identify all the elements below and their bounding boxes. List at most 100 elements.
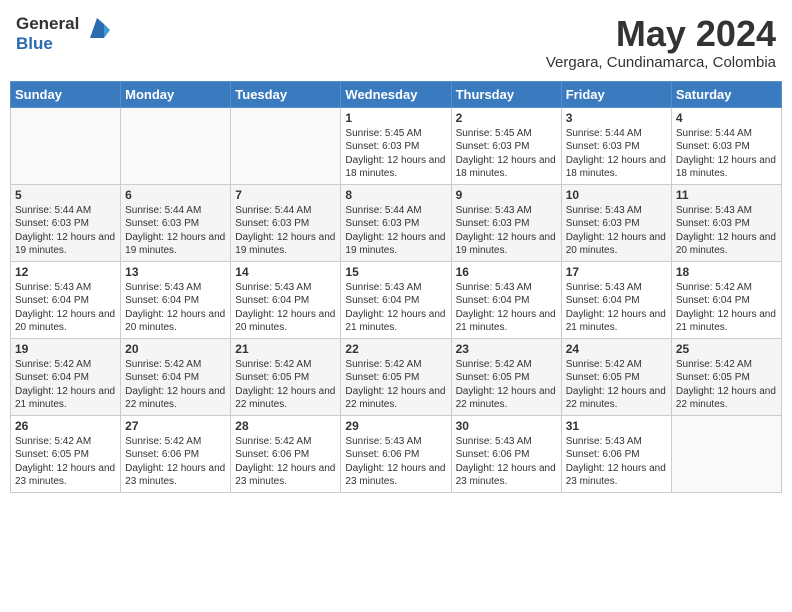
calendar-cell: 2Sunrise: 5:45 AM Sunset: 6:03 PM Daylig… xyxy=(451,107,561,184)
calendar-cell: 29 Sunrise: 5:43 AM Sunset: 6:06 PM Dayli… xyxy=(341,415,451,492)
calendar-cell: 13 Sunrise: 5:43 AM Sunset: 6:04 PM Dayli… xyxy=(121,261,231,338)
day-info: Sunrise: 5:42 AM Sunset: 6:04 PM Dayligh… xyxy=(676,281,777,335)
day-info: Sunrise: 5:42 AM Sunset: 6:04 PM Dayligh… xyxy=(15,358,116,412)
day-number: 22 xyxy=(345,342,446,356)
calendar-cell: 30Sunrise: 5:43 AM Sunset: 6:06 PM Dayli… xyxy=(451,415,561,492)
day-info: Sunrise: 5:44 AM Sunset: 6:03 PM Dayligh… xyxy=(15,204,116,258)
day-number: 5 xyxy=(15,188,116,202)
calendar-cell xyxy=(11,107,121,184)
day-number: 21 xyxy=(235,342,336,356)
day-info: Sunrise: 5:43 AM Sunset: 6:03 PM Dayligh… xyxy=(566,204,667,258)
weekday-header-row: SundayMondayTuesdayWednesdayThursdayFrid… xyxy=(11,81,782,107)
day-info: Sunrise: 5:42 AM Sunset: 6:05 PM Dayligh… xyxy=(15,435,116,489)
weekday-header-friday: Friday xyxy=(561,81,671,107)
weekday-header-wednesday: Wednesday xyxy=(341,81,451,107)
day-number: 30 xyxy=(456,419,557,433)
day-number: 27 xyxy=(125,419,226,433)
day-info: Sunrise: 5:43 AM Sunset: 6:03 PM Dayligh… xyxy=(456,204,557,258)
day-number: 1 xyxy=(345,111,446,125)
calendar-cell: 11 Sunrise: 5:43 AM Sunset: 6:03 PM Dayli… xyxy=(671,184,781,261)
calendar-cell: 1 Sunrise: 5:45 AM Sunset: 6:03 PM Daylig… xyxy=(341,107,451,184)
day-info: Sunrise: 5:43 AM Sunset: 6:04 PM Dayligh… xyxy=(456,281,557,335)
day-number: 13 xyxy=(125,265,226,279)
calendar-cell: 7 Sunrise: 5:44 AM Sunset: 6:03 PM Daylig… xyxy=(231,184,341,261)
calendar-cell: 15 Sunrise: 5:43 AM Sunset: 6:04 PM Dayli… xyxy=(341,261,451,338)
month-title: May 2024 xyxy=(546,14,776,54)
logo-text-general: General xyxy=(16,14,79,34)
calendar-cell: 14 Sunrise: 5:43 AM Sunset: 6:04 PM Dayli… xyxy=(231,261,341,338)
day-number: 17 xyxy=(566,265,667,279)
day-info: Sunrise: 5:42 AM Sunset: 6:05 PM Dayligh… xyxy=(676,358,777,412)
weekday-header-sunday: Sunday xyxy=(11,81,121,107)
calendar-cell xyxy=(121,107,231,184)
day-number: 11 xyxy=(676,188,777,202)
calendar-week-row: 19 Sunrise: 5:42 AM Sunset: 6:04 PM Dayli… xyxy=(11,338,782,415)
day-number: 29 xyxy=(345,419,446,433)
day-number: 23 xyxy=(456,342,557,356)
day-info: Sunrise: 5:44 AM Sunset: 6:03 PM Dayligh… xyxy=(235,204,336,258)
day-number: 25 xyxy=(676,342,777,356)
calendar-cell: 26 Sunrise: 5:42 AM Sunset: 6:05 PM Dayli… xyxy=(11,415,121,492)
day-info: Sunrise: 5:42 AM Sunset: 6:04 PM Dayligh… xyxy=(125,358,226,412)
calendar-table: SundayMondayTuesdayWednesdayThursdayFrid… xyxy=(10,81,782,493)
calendar-cell: 27Sunrise: 5:42 AM Sunset: 6:06 PM Dayli… xyxy=(121,415,231,492)
calendar-cell: 17 Sunrise: 5:43 AM Sunset: 6:04 PM Dayli… xyxy=(561,261,671,338)
day-info: Sunrise: 5:43 AM Sunset: 6:04 PM Dayligh… xyxy=(15,281,116,335)
calendar-cell xyxy=(231,107,341,184)
day-info: Sunrise: 5:43 AM Sunset: 6:04 PM Dayligh… xyxy=(345,281,446,335)
day-number: 8 xyxy=(345,188,446,202)
day-number: 7 xyxy=(235,188,336,202)
day-number: 28 xyxy=(235,419,336,433)
calendar-cell: 6 Sunrise: 5:44 AM Sunset: 6:03 PM Daylig… xyxy=(121,184,231,261)
day-info: Sunrise: 5:42 AM Sunset: 6:05 PM Dayligh… xyxy=(566,358,667,412)
day-number: 31 xyxy=(566,419,667,433)
calendar-cell: 28Sunrise: 5:42 AM Sunset: 6:06 PM Dayli… xyxy=(231,415,341,492)
day-info: Sunrise: 5:43 AM Sunset: 6:03 PM Dayligh… xyxy=(676,204,777,258)
day-number: 10 xyxy=(566,188,667,202)
day-number: 9 xyxy=(456,188,557,202)
calendar-cell: 20 Sunrise: 5:42 AM Sunset: 6:04 PM Dayli… xyxy=(121,338,231,415)
calendar-cell: 3Sunrise: 5:44 AM Sunset: 6:03 PM Daylig… xyxy=(561,107,671,184)
calendar-cell: 23Sunrise: 5:42 AM Sunset: 6:05 PM Dayli… xyxy=(451,338,561,415)
day-info: Sunrise: 5:44 AM Sunset: 6:03 PM Dayligh… xyxy=(125,204,226,258)
calendar-cell: 22 Sunrise: 5:42 AM Sunset: 6:05 PM Dayli… xyxy=(341,338,451,415)
logo: General Blue xyxy=(16,14,112,54)
day-info: Sunrise: 5:44 AM Sunset: 6:03 PM Dayligh… xyxy=(345,204,446,258)
day-info: Sunrise: 5:43 AM Sunset: 6:04 PM Dayligh… xyxy=(566,281,667,335)
page-header: General Blue May 2024 Vergara, Cundinama… xyxy=(10,10,782,75)
day-info: Sunrise: 5:42 AM Sunset: 6:05 PM Dayligh… xyxy=(235,358,336,412)
calendar-cell: 4 Sunrise: 5:44 AM Sunset: 6:03 PM Daylig… xyxy=(671,107,781,184)
day-number: 6 xyxy=(125,188,226,202)
calendar-cell: 12 Sunrise: 5:43 AM Sunset: 6:04 PM Dayli… xyxy=(11,261,121,338)
day-info: Sunrise: 5:45 AM Sunset: 6:03 PM Dayligh… xyxy=(456,127,557,181)
logo-text-blue: Blue xyxy=(16,34,79,54)
day-info: Sunrise: 5:43 AM Sunset: 6:04 PM Dayligh… xyxy=(125,281,226,335)
location-subtitle: Vergara, Cundinamarca, Colombia xyxy=(546,54,776,71)
day-info: Sunrise: 5:45 AM Sunset: 6:03 PM Dayligh… xyxy=(345,127,446,181)
weekday-header-saturday: Saturday xyxy=(671,81,781,107)
day-info: Sunrise: 5:44 AM Sunset: 6:03 PM Dayligh… xyxy=(676,127,777,181)
day-info: Sunrise: 5:43 AM Sunset: 6:04 PM Dayligh… xyxy=(235,281,336,335)
day-number: 4 xyxy=(676,111,777,125)
day-info: Sunrise: 5:43 AM Sunset: 6:06 PM Dayligh… xyxy=(345,435,446,489)
day-number: 20 xyxy=(125,342,226,356)
day-number: 3 xyxy=(566,111,667,125)
calendar-cell: 24Sunrise: 5:42 AM Sunset: 6:05 PM Dayli… xyxy=(561,338,671,415)
calendar-cell: 25 Sunrise: 5:42 AM Sunset: 6:05 PM Dayli… xyxy=(671,338,781,415)
day-number: 18 xyxy=(676,265,777,279)
day-number: 12 xyxy=(15,265,116,279)
calendar-cell: 16Sunrise: 5:43 AM Sunset: 6:04 PM Dayli… xyxy=(451,261,561,338)
day-number: 26 xyxy=(15,419,116,433)
calendar-cell: 18 Sunrise: 5:42 AM Sunset: 6:04 PM Dayli… xyxy=(671,261,781,338)
calendar-week-row: 5 Sunrise: 5:44 AM Sunset: 6:03 PM Daylig… xyxy=(11,184,782,261)
day-info: Sunrise: 5:42 AM Sunset: 6:05 PM Dayligh… xyxy=(345,358,446,412)
day-number: 15 xyxy=(345,265,446,279)
weekday-header-thursday: Thursday xyxy=(451,81,561,107)
day-number: 19 xyxy=(15,342,116,356)
calendar-cell: 8 Sunrise: 5:44 AM Sunset: 6:03 PM Daylig… xyxy=(341,184,451,261)
day-number: 14 xyxy=(235,265,336,279)
calendar-cell: 31 Sunrise: 5:43 AM Sunset: 6:06 PM Dayli… xyxy=(561,415,671,492)
logo-icon xyxy=(82,16,112,46)
calendar-cell: 10 Sunrise: 5:43 AM Sunset: 6:03 PM Dayli… xyxy=(561,184,671,261)
day-info: Sunrise: 5:43 AM Sunset: 6:06 PM Dayligh… xyxy=(566,435,667,489)
